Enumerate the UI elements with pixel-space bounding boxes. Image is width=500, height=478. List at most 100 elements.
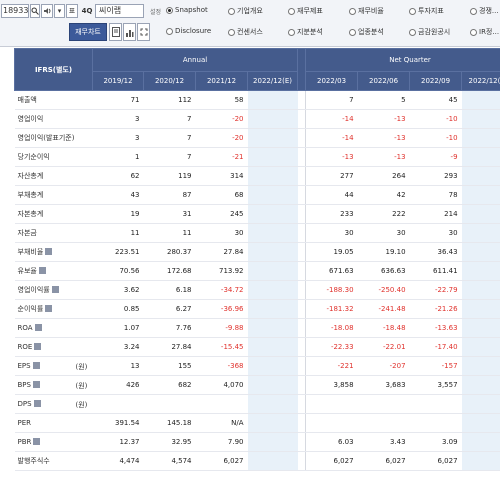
quarter-value-cell: 44: [305, 185, 358, 205]
header-gap: [297, 48, 307, 91]
column-gap: [297, 375, 307, 395]
quarter-value-cell: 233: [305, 204, 358, 224]
info-icon[interactable]: [33, 438, 41, 445]
radio-financial-ratios[interactable]: 재무비율: [349, 6, 384, 16]
annual-value-cell: [247, 299, 298, 319]
row-label-text: PER: [17, 419, 32, 427]
table-row: PER 391.54 145.18 N/A: [14, 413, 500, 433]
radio-icon: [470, 28, 477, 36]
quarter-toggle-button[interactable]: 4Q: [80, 4, 94, 18]
row-label: BPS (원): [14, 375, 93, 395]
annual-value-cell: [247, 109, 298, 129]
annual-value-cell: 145.18: [143, 413, 196, 433]
row-label-wrap: 매출액: [18, 95, 93, 105]
row-label-wrap: PER: [18, 419, 93, 427]
info-icon[interactable]: [34, 343, 42, 350]
annual-period-header: 2019/12: [92, 71, 144, 91]
radio-icon: [470, 7, 477, 15]
row-label-wrap: DPS (원): [18, 400, 93, 409]
report-icon[interactable]: [109, 23, 122, 41]
quarter-value-cell: [461, 223, 500, 243]
annual-value-cell: 6,027: [195, 451, 248, 471]
quarter-value-cell: [461, 242, 500, 262]
row-label: 당기순이익: [14, 147, 93, 167]
row-label-text: BPS: [17, 381, 31, 389]
quarter-value-cell: 19.05: [305, 242, 358, 262]
info-icon[interactable]: [45, 248, 53, 255]
info-icon[interactable]: [45, 305, 53, 312]
info-icon[interactable]: [38, 267, 46, 274]
quarter-value-cell: [461, 261, 500, 281]
row-label-text: 자본금: [17, 229, 37, 237]
radio-company-overview[interactable]: 기업개요: [228, 6, 263, 16]
column-gap: [297, 280, 307, 300]
info-icon[interactable]: [34, 324, 42, 331]
dropdown-arrow-icon[interactable]: ▾: [54, 4, 65, 18]
annual-value-cell: N/A: [195, 413, 248, 433]
quarter-value-cell: [461, 90, 500, 110]
quarter-value-cell: 671.63: [305, 261, 358, 281]
row-label-wrap: 부채총계: [18, 190, 93, 200]
chart-icon[interactable]: [123, 23, 136, 41]
annual-value-cell: 391.54: [92, 413, 144, 433]
quarter-value-cell: [461, 147, 500, 167]
table-row: ROA 1.07 7.76 -9.88 -18.08 -18.48 -13.63: [14, 318, 500, 338]
quarter-value-cell: -250.40: [357, 280, 410, 300]
financial-chart-button[interactable]: 재무차트: [69, 23, 107, 41]
annual-value-cell: 314: [195, 166, 248, 186]
info-icon[interactable]: [51, 286, 59, 293]
table-toggle-button[interactable]: 표: [66, 4, 78, 18]
expand-icon[interactable]: [137, 23, 150, 41]
radio-industry-analysis[interactable]: 업종분석: [349, 27, 384, 37]
row-label-wrap: 부채비율: [18, 247, 93, 257]
company-name-field[interactable]: 씨이랩: [95, 4, 144, 18]
column-gap: [297, 413, 307, 433]
info-icon[interactable]: [32, 362, 40, 369]
speaker-icon[interactable]: [41, 4, 53, 18]
row-label-text: 당기순이익: [17, 153, 50, 161]
annual-value-cell: 280.37: [143, 242, 196, 262]
row-label-wrap: 자본금: [18, 228, 93, 238]
radio-equity-analysis[interactable]: 지분분석: [288, 27, 323, 37]
row-label-text: 자산총계: [17, 172, 44, 180]
radio-snapshot[interactable]: Snapshot: [166, 6, 208, 14]
row-label-text: 영업이익률: [17, 286, 50, 294]
search-icon[interactable]: [30, 4, 40, 18]
info-icon[interactable]: [33, 400, 41, 407]
radio-ir-info[interactable]: IR정...: [470, 27, 499, 37]
quarter-value-cell: -181.32: [305, 299, 358, 319]
radio-investment-indicators[interactable]: 투자지표: [409, 6, 444, 16]
annual-value-cell: 6.27: [143, 299, 196, 319]
row-label-wrap: 영업이익: [18, 114, 93, 124]
radio-fss-disclosure[interactable]: 금감원공시: [409, 27, 450, 37]
column-gap: [297, 261, 307, 281]
annual-value-cell: 223.51: [92, 242, 144, 262]
table-row: PBR 12.37 32.95 7.90 6.03 3.43 3.09: [14, 432, 500, 452]
row-label: PER: [14, 413, 93, 433]
radio-disclosure[interactable]: Disclosure: [166, 27, 211, 35]
quarter-value-cell: 78: [409, 185, 462, 205]
radio-icon: [349, 28, 356, 36]
quarter-value-cell: -18.48: [357, 318, 410, 338]
quarter-value-cell: 30: [409, 223, 462, 243]
annual-value-cell: 172.68: [143, 261, 196, 281]
column-gap: [297, 318, 307, 338]
radio-financial-statements[interactable]: 재무제표: [288, 6, 323, 16]
annual-value-cell: [247, 204, 298, 224]
row-label-wrap: 순이익률: [18, 304, 93, 314]
annual-value-cell: [247, 223, 298, 243]
radio-competition[interactable]: 경쟁...: [470, 6, 499, 16]
row-label-wrap: PBR: [18, 438, 93, 446]
annual-value-cell: -368: [195, 356, 248, 376]
column-gap: [297, 356, 307, 376]
annual-value-cell: [247, 394, 298, 414]
quarter-value-cell: -18.08: [305, 318, 358, 338]
row-label: 영업이익률: [14, 280, 93, 300]
row-label-wrap: 발행주식수: [18, 456, 93, 466]
quarter-value-cell: 19.10: [357, 242, 410, 262]
info-icon[interactable]: [32, 381, 40, 388]
quarter-value-cell: [305, 394, 358, 414]
radio-consensus[interactable]: 컨센서스: [228, 27, 263, 37]
annual-value-cell: -36.96: [195, 299, 248, 319]
stock-code-input[interactable]: 189330: [1, 4, 29, 18]
